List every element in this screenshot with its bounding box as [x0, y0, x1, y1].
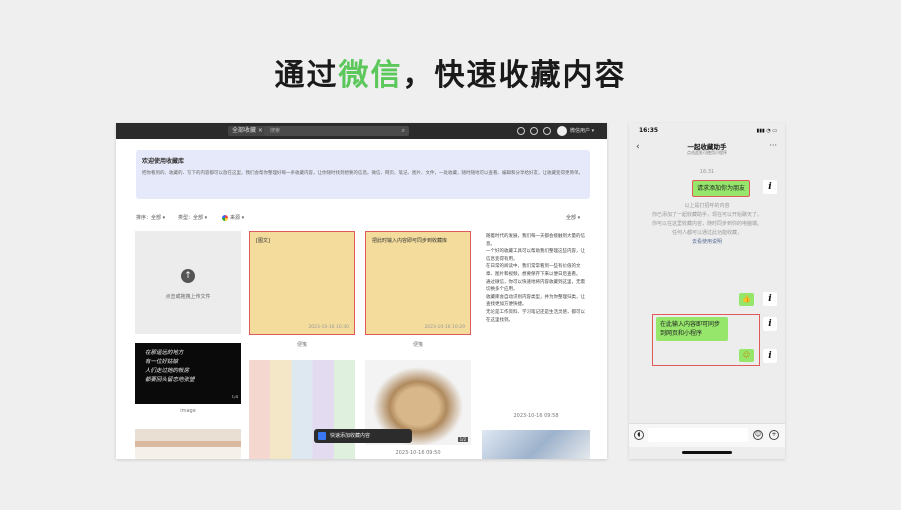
article-card[interactable]: 随着时代的发展，我们每一天都会接触到大量的信息。 一个好的收藏工具可以帮助我们整… [482, 231, 590, 411]
article-date: 2023-10-16 09:58 [513, 413, 559, 419]
article-paragraph: 收藏库会自动识别内容类型，并为你整理归类，让查找更加方便快捷。 [486, 294, 585, 308]
color-palette-card[interactable] [249, 360, 355, 459]
home-indicator [682, 451, 732, 454]
system-line: 你已添加了一起收藏助手，现在可以开始聊天了。 [651, 212, 762, 218]
source-color-icon [222, 215, 228, 221]
status-time: 16:35 [639, 127, 659, 134]
search-icon[interactable]: ⌕ [402, 126, 405, 136]
desktop-app-window: 全部收藏 × 搜索 ⌕ 微信用户 ▾ 欢迎使用收藏库 把你看到的、收藏的、写下的内… [116, 123, 607, 459]
status-icons: ▮▮▮ ◔ ▭ [756, 128, 777, 134]
avatar[interactable] [557, 126, 567, 136]
app-top-bar: 全部收藏 × 搜索 ⌕ 微信用户 ▾ [116, 123, 607, 139]
welcome-banner: 欢迎使用收藏库 把你看到的、收藏的、写下的内容都可以放在这里，我们会帮你整理好每… [136, 150, 590, 199]
page-headline: 通过微信，快速收藏内容 [0, 50, 901, 94]
note-caption: 便笺 [296, 342, 307, 348]
article-paragraph: 随着时代的发展，我们每一天都会接触到大量的信息。 [486, 234, 585, 247]
message-time: 16:31 [699, 169, 715, 175]
handwriting-line: 都要回头留恋地张望 [145, 377, 195, 383]
food-image-date: 2023-10-16 09:50 [395, 450, 441, 456]
emoji-icon[interactable]: ☺ [753, 430, 763, 440]
headline-text-start: 通过 [274, 58, 339, 93]
usage-link[interactable]: 去看使用说明 [637, 238, 777, 247]
banner-body: 把你看到的、收藏的、写下的内容都可以放在这里，我们会帮你整理好每一条收藏内容，让… [142, 171, 583, 176]
search-placeholder: 搜索 [270, 128, 281, 134]
note-date: 2023-10-16 10:30 [308, 325, 349, 330]
chat-input-bar: ◖ ☺ + [629, 423, 785, 447]
system-message: 以上是打招呼的内容 你已添加了一起收藏助手，现在可以开始聊天了。 你可以在这里收… [637, 202, 777, 247]
avatar[interactable]: i [763, 349, 777, 363]
upload-icon: ↑ [181, 269, 195, 283]
note-card[interactable]: 把此时输入内容即可同步到收藏库 2023-10-16 10:29 [365, 231, 471, 335]
article-paragraph: 在日常的阅读中，我们常常看到一些有价值的文章、图片和视频，想要保存下来以便日后查… [486, 264, 581, 277]
phone-chat-screen: 16:35 ▮▮▮ ◔ ▭ ‹ 一起收藏助手 点击此处可使用小程序 ··· 16… [629, 123, 785, 459]
system-line: 任何人都可以通过此功能收藏， [671, 230, 742, 236]
sort-filter[interactable]: 排序：全部 ▾ [136, 213, 165, 223]
handwriting-line: 有一位好姑娘 [145, 359, 179, 365]
room-image-card[interactable] [135, 429, 241, 459]
more-icon[interactable]: ··· [769, 141, 777, 150]
help-icon[interactable] [530, 127, 538, 135]
plus-icon[interactable]: + [769, 430, 779, 440]
friend-request-bubble[interactable]: 请求添加你为朋友 [692, 180, 751, 197]
note-title: 把此时输入内容即可同步到收藏库 [372, 238, 448, 244]
user-menu[interactable]: 微信用户 ▾ [570, 126, 594, 136]
image-count-badge: 1/4 [231, 394, 238, 399]
source-filter[interactable]: 来源 ▾ [230, 213, 244, 223]
note-caption: 便笺 [412, 342, 423, 348]
article-paragraph: 无论是工作资料、学习笔记还是生活灵感，都可以在这里找到。 [486, 309, 585, 323]
chat-subtitle[interactable]: 点击此处可使用小程序 [629, 150, 785, 156]
wechat-icon[interactable] [517, 127, 525, 135]
settings-icon[interactable] [543, 127, 551, 135]
handwriting-line: 在那遥远的地方 [145, 350, 184, 356]
image-count-badge: 1/2 [457, 437, 468, 442]
filter-bar: 排序：全部 ▾ 类型：全部 ▾ 来源 ▾ 全部 ▾ [136, 213, 590, 223]
article-paragraph: 一个好的收藏工具可以帮助我们整理这些内容，让信息变得有用。 [486, 249, 585, 262]
note-card[interactable]: [图文] 2023-10-16 10:30 [249, 231, 355, 335]
search-input[interactable]: 搜索 ⌕ [264, 126, 409, 136]
sync-message-bubble[interactable]: 在此输入内容即可同步到网页和小程序 [656, 317, 728, 341]
avatar[interactable]: i [763, 180, 777, 194]
article-paragraph: 通过微信，你可以快速地将内容收藏到这里，无需切换多个应用。 [486, 279, 585, 293]
avatar[interactable]: i [763, 317, 777, 331]
system-line: 你可以在这里收藏内容，随时同步到你的电脑端。 [651, 221, 762, 227]
tab-all-collections[interactable]: 全部收藏 × [228, 126, 267, 136]
system-line: 以上是打招呼的内容 [684, 203, 730, 209]
toast-text: 快速添加收藏内容 [330, 433, 371, 439]
avatar[interactable]: i [763, 292, 777, 306]
headline-text-end: ，快速收藏内容 [402, 58, 627, 93]
note-date: 2023-10-16 10:29 [424, 325, 465, 330]
note-title: [图文] [256, 238, 270, 244]
handwriting-image-card[interactable]: 在那遥远的地方 有一位好姑娘 人们走过她的帐房 都要回头留恋地张望 1/4 [135, 343, 241, 404]
banner-title: 欢迎使用收藏库 [142, 158, 185, 165]
upload-label: 点击或拖拽上传文件 [165, 294, 211, 300]
message-input[interactable] [648, 428, 748, 442]
handwriting-line: 人们走过她的帐房 [145, 368, 190, 374]
type-filter[interactable]: 类型：全部 ▾ [178, 213, 207, 223]
smile-emoji[interactable]: ☺ [739, 349, 754, 362]
building-image-card[interactable] [482, 430, 590, 459]
thumbs-up-emoji[interactable]: 👍 [739, 293, 754, 306]
headline-highlight: 微信 [338, 58, 403, 93]
upload-card[interactable]: ↑ 点击或拖拽上传文件 [135, 231, 241, 334]
image-caption: image [180, 408, 196, 414]
voice-icon[interactable]: ◖ [634, 430, 644, 440]
app-icon [318, 432, 326, 440]
count-filter[interactable]: 全部 ▾ [566, 213, 580, 223]
quick-add-toast[interactable]: 快速添加收藏内容 [314, 429, 412, 443]
